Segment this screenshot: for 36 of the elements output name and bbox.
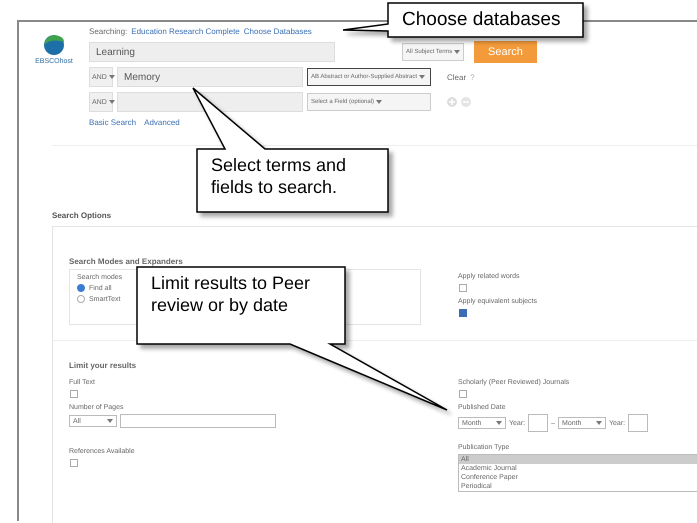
checkbox[interactable] [459, 390, 467, 398]
search-term-field[interactable]: Memory [117, 67, 303, 87]
year-input[interactable] [528, 414, 548, 432]
checkbox[interactable] [70, 459, 78, 467]
caret-icon [596, 421, 602, 425]
caret-icon [454, 50, 460, 54]
checkbox[interactable] [70, 390, 78, 398]
radio-button[interactable] [77, 295, 85, 303]
clear-link[interactable]: Clear [447, 72, 466, 82]
searching-label: Searching: [89, 27, 128, 36]
add-row-icon[interactable] [447, 97, 457, 107]
radio-button[interactable] [77, 284, 85, 292]
database-name: Education Research Complete [131, 27, 240, 36]
caret-icon [108, 100, 115, 104]
search-mode-link[interactable]: Basic Search [89, 118, 136, 126]
callout-text: Select terms and fields to search. [211, 155, 348, 198]
pages-input[interactable] [120, 414, 276, 428]
callout-text: Limit results to Peer review or by date [151, 273, 312, 316]
section-title: Limit your results [69, 361, 138, 370]
globe-logo-icon [43, 34, 65, 56]
section-title: Search Modes and Expanders [69, 257, 184, 266]
search-mode-link[interactable]: Advanced [144, 118, 180, 126]
caret-icon [496, 421, 502, 425]
checkbox[interactable] [459, 284, 467, 292]
caret-icon [107, 419, 113, 423]
caret-icon [108, 75, 115, 79]
caret-icon [419, 75, 426, 79]
section-title: Search Options [52, 211, 112, 220]
year-input[interactable] [628, 414, 648, 432]
search-term-field[interactable] [117, 92, 303, 112]
remove-row-icon[interactable] [461, 97, 471, 107]
search-term-field[interactable]: Learning [89, 42, 335, 62]
checkbox[interactable] [459, 309, 467, 317]
choose-databases-link[interactable]: Choose Databases [244, 27, 312, 36]
callout-text: Choose databases [402, 9, 562, 32]
caret-icon [376, 100, 382, 104]
